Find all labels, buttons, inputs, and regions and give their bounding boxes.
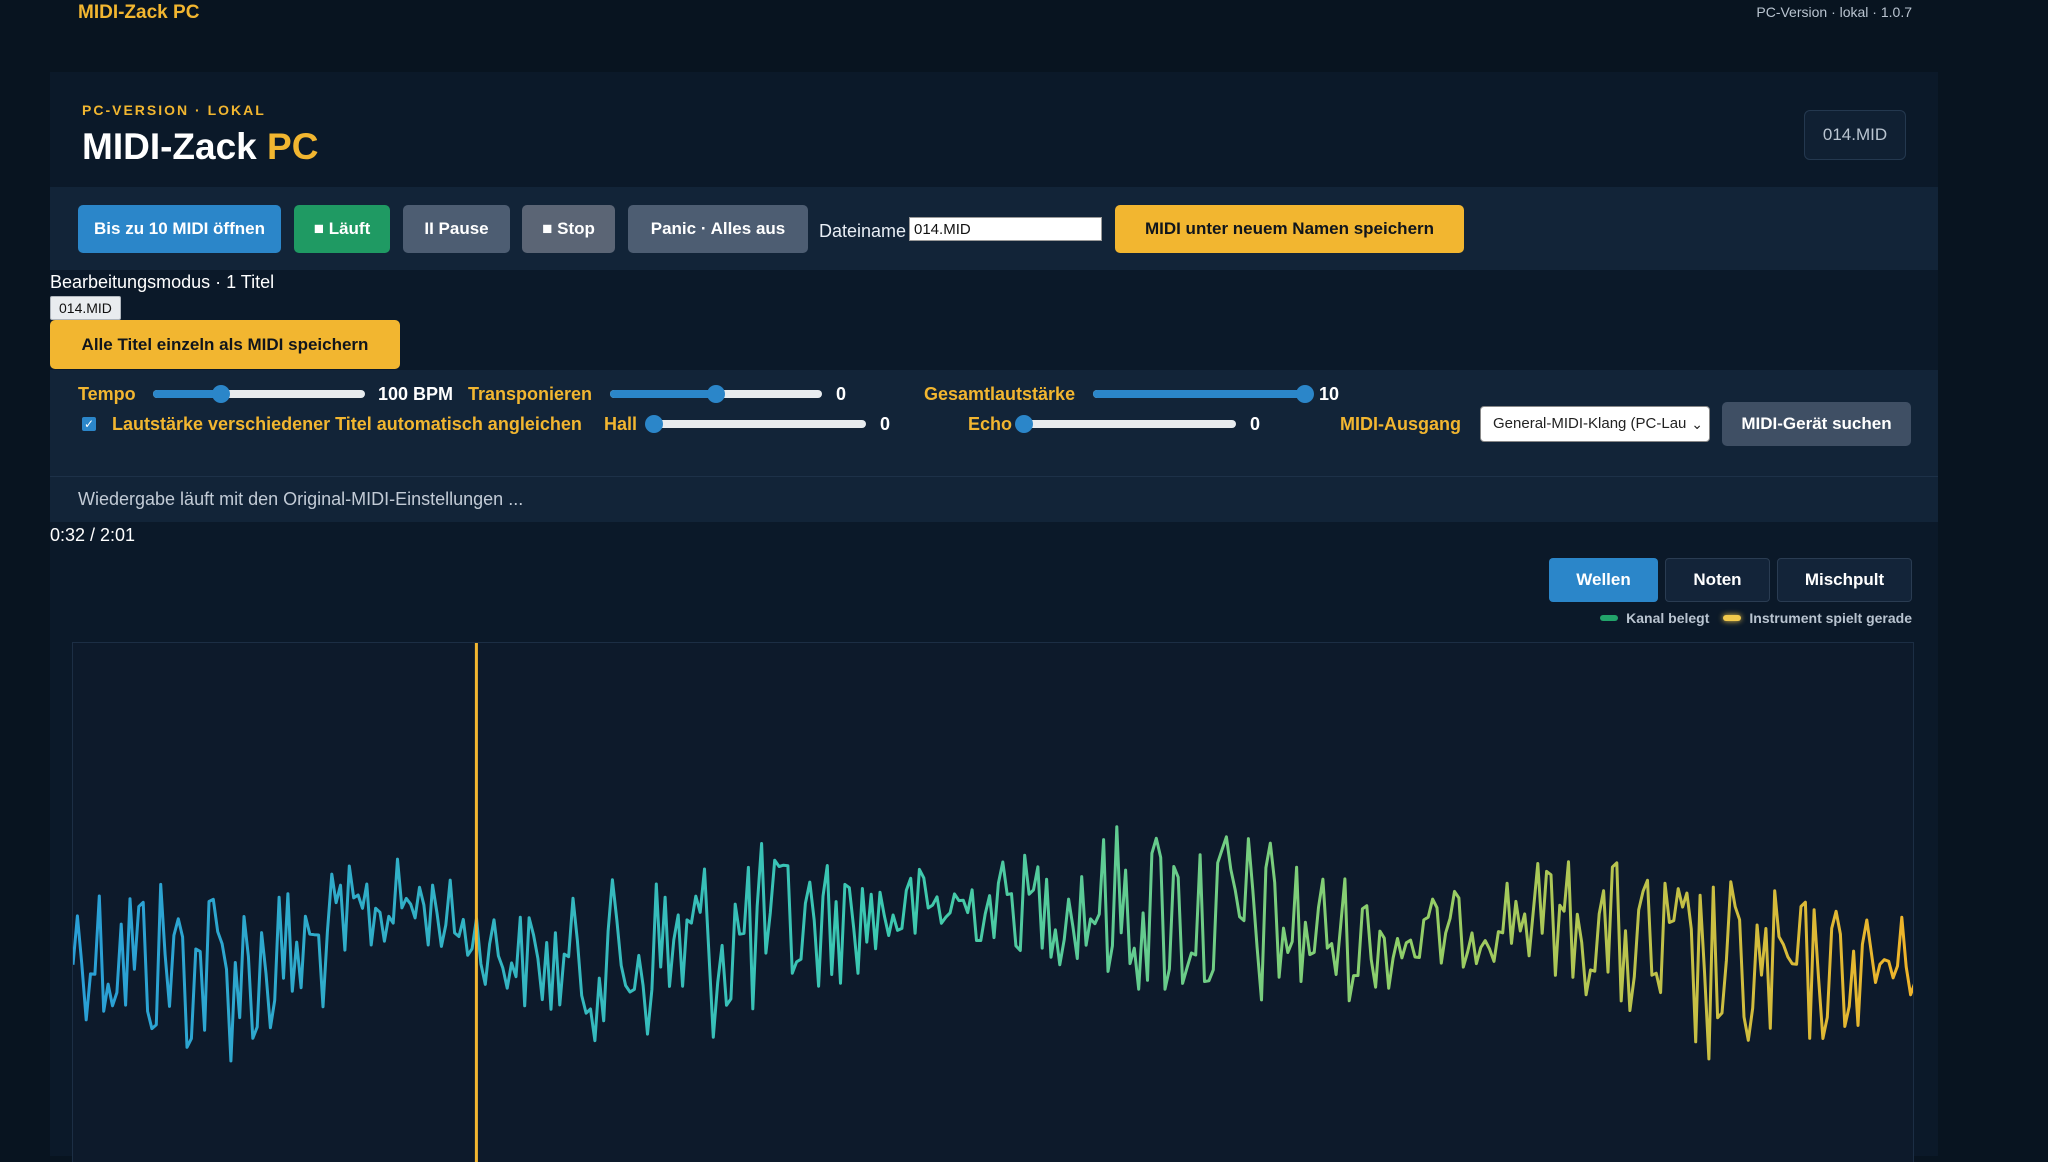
save-all-button[interactable]: Alle Titel einzeln als MIDI speichern [50,320,400,369]
find-midi-device-button[interactable]: MIDI-Gerät suchen [1722,402,1911,446]
echo-label: Echo [968,414,1013,434]
chevron-down-icon: ⌄ [1691,416,1703,432]
tempo-slider[interactable] [153,385,365,403]
playback-time: 0:32 / 2:01 [50,525,136,545]
status-text: Wiedergabe läuft mit den Original-MIDI-E… [78,489,524,509]
controls-panel: Tempo 100 BPM Transponieren 0 Gesamtlaut… [50,370,1938,477]
reverb-slider[interactable] [645,415,866,433]
waveform-svg [73,643,1913,1162]
panic-button[interactable]: Panic · Alles aus [628,205,808,253]
main-card: PC-VERSION · LOKAL MIDI-Zack PC 014.MID … [50,72,1938,1162]
auto-level-checkbox[interactable]: ✓ [82,417,96,431]
play-button[interactable]: ■ Läuft [294,205,390,253]
volume-value: 10 [1319,384,1340,404]
stop-button[interactable]: ■ Stop [522,205,615,253]
tab-wellen[interactable]: Wellen [1549,558,1658,602]
echo-slider-thumb[interactable] [1015,415,1033,433]
tab-mischpult[interactable]: Mischpult [1777,558,1912,602]
open-midi-button[interactable]: Bis zu 10 MIDI öffnen [78,205,281,253]
midi-output-select[interactable]: General-MIDI-Klang (PC-Lau ⌄ [1480,406,1710,442]
tempo-value: 100 BPM [378,384,454,404]
title-accent: PC [267,126,319,167]
reverb-value: 0 [880,414,891,434]
legend-instrument-playing: Instrument spielt gerade [1749,610,1912,626]
waveform-line [73,825,1913,1063]
instrument-playing-swatch [1723,615,1742,621]
version-info: PC-Version · lokal · 1.0.7 [1756,4,1912,20]
midi-output-label: MIDI-Ausgang [1340,414,1461,434]
reverb-slider-thumb[interactable] [645,415,663,433]
tempo-label: Tempo [78,384,136,404]
transport-toolbar: Bis zu 10 MIDI öffnen ■ Läuft II Pause ■… [50,187,1938,270]
volume-label: Gesamtlautstärke [924,384,1076,404]
transpose-value: 0 [836,384,847,404]
channel-used-swatch [1600,615,1619,621]
filename-label: Dateiname [819,221,907,241]
waveform-view[interactable] [72,642,1914,1162]
wave-legend: Kanal belegt Instrument spielt gerade [1600,610,1912,626]
page-title: MIDI-Zack PC [82,126,318,168]
transpose-slider-thumb[interactable] [707,385,725,403]
auto-level-label: Lautstärke verschiedener Titel automatis… [112,414,582,434]
save-as-button[interactable]: MIDI unter neuem Namen speichern [1115,205,1464,253]
app-page: MIDI-Zack PC PC-Version · lokal · 1.0.7 … [50,0,1938,1162]
header-kicker: PC-VERSION · LOKAL [82,102,266,118]
pause-button[interactable]: II Pause [403,205,510,253]
filename-input[interactable] [909,217,1102,241]
tab-noten[interactable]: Noten [1665,558,1770,602]
app-header: PC-VERSION · LOKAL MIDI-Zack PC 014.MID [50,72,1938,187]
volume-slider-thumb[interactable] [1296,385,1314,403]
volume-slider[interactable] [1093,385,1314,403]
status-bar: Wiedergabe läuft mit den Original-MIDI-E… [50,477,1938,522]
edit-mode-text: Bearbeitungsmodus · 1 Titel [50,272,275,292]
top-bar: MIDI-Zack PC PC-Version · lokal · 1.0.7 [50,0,1938,30]
transpose-slider[interactable] [610,385,822,403]
brand-logo: MIDI-Zack PC [78,2,200,23]
tempo-slider-thumb[interactable] [211,385,230,403]
title-main: MIDI-Zack [82,126,268,167]
current-file-badge: 014.MID [1804,110,1906,160]
file-tag[interactable]: 014.MID [50,296,121,320]
reverb-label: Hall [604,414,638,434]
midi-output-selected: General-MIDI-Klang (PC-Lau [1493,415,1687,432]
echo-slider[interactable] [1015,415,1236,433]
legend-channel-used: Kanal belegt [1626,610,1710,626]
transpose-label: Transponieren [468,384,593,404]
echo-value: 0 [1250,414,1261,434]
